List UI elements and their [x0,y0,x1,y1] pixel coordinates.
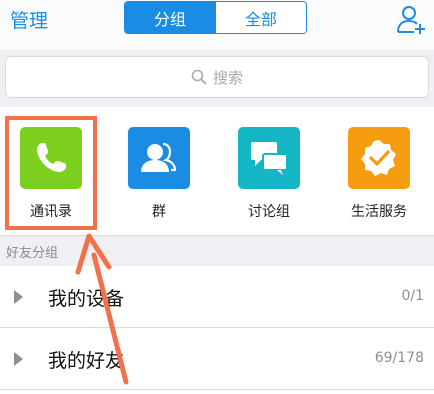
add-user-icon[interactable] [394,2,428,36]
search-icon [191,69,207,85]
app-label: 讨论组 [248,204,290,220]
manage-button[interactable]: 管理 [10,9,48,33]
view-segmented-control: 分组 全部 [124,1,307,34]
top-bar: 管理 分组 全部 [0,0,434,50]
tab-all[interactable]: 全部 [215,2,306,33]
group-count: 69/178 [374,350,424,366]
search-placeholder: 搜索 [212,68,243,87]
group-name: 我的设备 [48,288,125,310]
chat-bubbles-icon [238,127,300,189]
tab-groups[interactable]: 分组 [125,2,215,33]
group-row[interactable]: 我的好友 69/178 [0,328,434,390]
app-label: 生活服务 [351,204,407,220]
group-count: 0/1 [401,288,424,304]
search-area: 搜索 [0,50,434,107]
app-label: 群 [152,204,166,220]
expand-triangle-icon [14,290,23,304]
group-icon [128,127,190,189]
service-badge-icon [348,127,410,189]
highlight-box [5,116,97,230]
expand-triangle-icon [14,352,23,366]
app-discussion[interactable]: 讨论组 [210,107,310,235]
app-life-services[interactable]: 生活服务 [320,107,420,235]
group-row[interactable]: 我的设备 0/1 [0,266,434,328]
group-name: 我的好友 [48,350,125,372]
app-groups[interactable]: 群 [100,107,200,235]
section-header: 好友分组 [0,235,434,266]
section-title: 好友分组 [6,246,59,261]
search-input[interactable]: 搜索 [5,56,429,98]
